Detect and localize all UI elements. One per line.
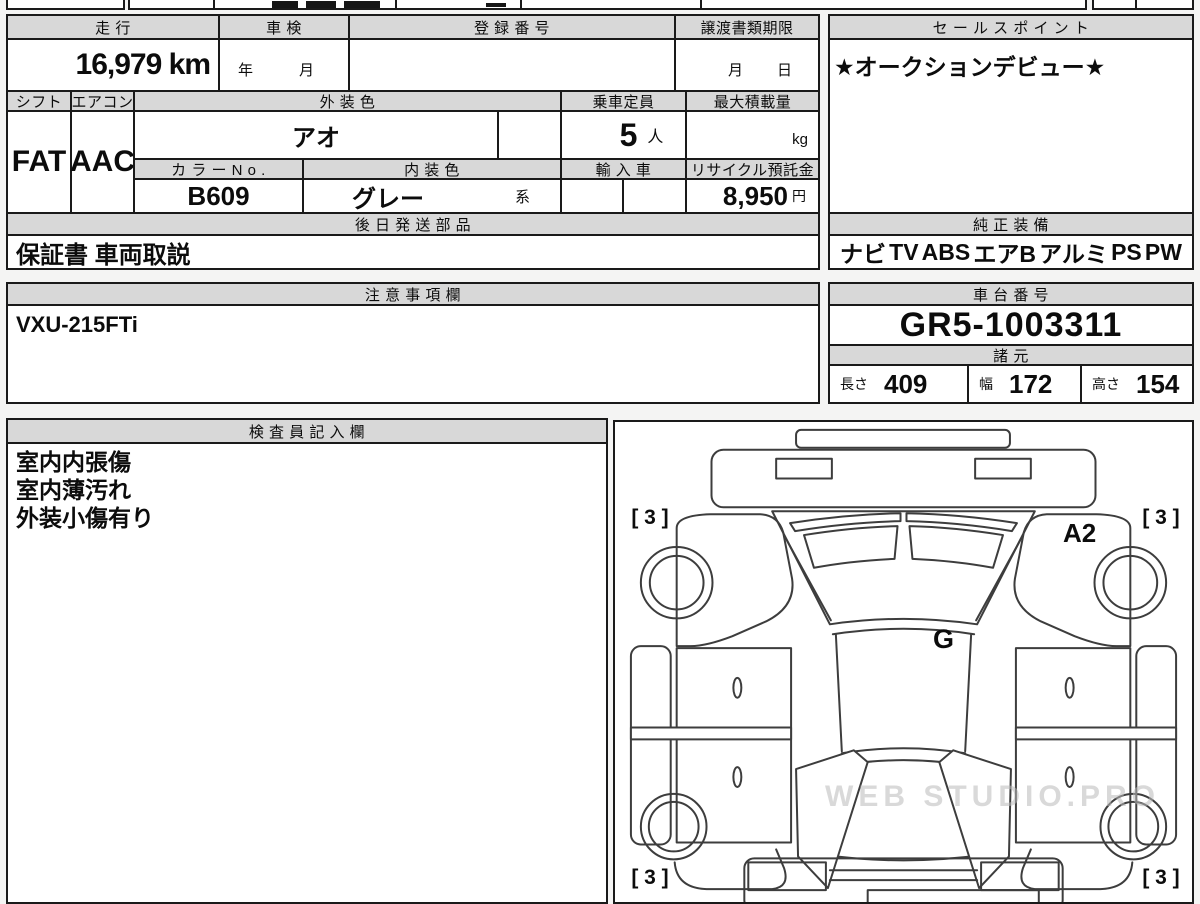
equipment-item: ABS (921, 238, 971, 265)
transfer-deadline-header: 譲渡書類期限 (674, 14, 820, 40)
color-no-value: B609 (133, 178, 304, 214)
car-outline-drawing (615, 422, 1192, 902)
recycle-fee-value: 8,950 円 (685, 178, 820, 214)
aircon-value: AAC (70, 110, 135, 214)
chassis-number-header: 車 台 番 号 (828, 282, 1194, 306)
clipped-top-cell (128, 0, 215, 10)
capacity-header: 乗車定員 (560, 90, 687, 112)
interior-color-name: グレー (352, 185, 424, 213)
aircon-header: エアコン (70, 90, 135, 112)
interior-color-suffix: 系 (514, 188, 530, 206)
recycle-fee-amount: 8,950 (722, 180, 788, 211)
interior-color-value: グレー 系 (302, 178, 562, 214)
later-shipping-value: 保証書 車両取説 (6, 234, 820, 270)
equipment-list: ナビ TV ABS エアB アルミ PS PW (828, 234, 1194, 270)
watermark: WEB STUDIO.PRO (825, 780, 1161, 813)
spec-width-value: 172 (1009, 368, 1053, 399)
transfer-deadline-value: 月 日 (674, 38, 820, 92)
spec-height-label: 高さ (1092, 376, 1120, 392)
registration-header: 登 録 番 号 (348, 14, 676, 40)
clipped-top-cell (520, 0, 702, 10)
spec-height: 高さ 154 (1080, 364, 1194, 404)
spec-width: 幅 172 (967, 364, 1082, 404)
equipment-item: TV (889, 238, 919, 265)
clipped-top-cell (700, 0, 1087, 10)
max-load-header: 最大積載量 (685, 90, 820, 112)
spec-width-label: 幅 (979, 376, 993, 392)
notes-header: 注 意 事 項 欄 (6, 282, 820, 306)
exterior-color-extra-cell (497, 110, 562, 160)
recycle-fee-header: リサイクル預託金 (685, 158, 820, 180)
clipped-text-fragment (486, 3, 506, 7)
interior-color-header: 内 装 色 (302, 158, 562, 180)
transfer-day-label: 日 (776, 62, 792, 79)
import-value-cell (560, 178, 624, 214)
damage-mark-g: G (933, 624, 955, 654)
import-value-cell (622, 178, 687, 214)
inspector-note-line: 室内薄汚れ (16, 477, 131, 503)
sales-point-value: ★オークションデビュー★ (828, 38, 1194, 214)
mileage-header: 走 行 (6, 14, 220, 40)
inspection-month-label: 月 (299, 62, 315, 79)
transfer-month-label: 月 (727, 62, 743, 79)
inspector-note-line: 外装小傷有り (16, 505, 154, 531)
chassis-number-value: GR5-1003311 (828, 304, 1194, 346)
tire-depth-rear-right: [ 3 ] (1142, 866, 1180, 889)
equipment-item: エアB (973, 241, 1036, 267)
exterior-color-header: 外 装 色 (133, 90, 562, 112)
clipped-text-fragment (272, 1, 298, 8)
equipment-item: PS (1111, 238, 1142, 265)
equipment-item: ナビ (840, 241, 886, 267)
specs-header: 諸 元 (828, 344, 1194, 366)
spec-height-value: 154 (1136, 368, 1180, 399)
recycle-fee-unit: 円 (792, 188, 806, 204)
spec-length-label: 長さ (840, 376, 868, 392)
equipment-header: 純 正 装 備 (828, 212, 1194, 236)
inspector-note-line: 室内内張傷 (16, 449, 131, 475)
clipped-top-cell (6, 0, 125, 10)
shift-value: FAT (6, 110, 72, 214)
shift-header: シフト (6, 90, 72, 112)
equipment-item: PW (1144, 238, 1182, 265)
later-shipping-header: 後 日 発 送 部 品 (6, 212, 820, 236)
clipped-text-fragment (306, 1, 336, 8)
inspection-year-label: 年 (238, 62, 254, 79)
exterior-color-value: アオ (133, 110, 499, 160)
max-load-unit: kg (792, 131, 808, 148)
notes-value: VXU-215FTi (6, 304, 820, 404)
tire-depth-rear-left: [ 3 ] (631, 866, 669, 889)
registration-value (348, 38, 676, 92)
capacity-number: 5 (619, 116, 638, 153)
sales-point-header: セ ー ル ス ポ イ ン ト (828, 14, 1194, 40)
spec-length-value: 409 (884, 368, 928, 399)
inspection-header: 車 検 (218, 14, 350, 40)
damage-mark-a2: A2 (1063, 518, 1097, 548)
equipment-item: アルミ (1039, 241, 1108, 267)
car-damage-diagram: WEB STUDIO.PRO [ 3 ] [ 3 ] [ 3 ] [ 3 ] A… (613, 420, 1194, 904)
clipped-top-cell (1092, 0, 1137, 10)
spec-length: 長さ 409 (828, 364, 969, 404)
inspector-notes: 室内内張傷 室内薄汚れ 外装小傷有り (6, 442, 608, 904)
inspection-value: 年 月 (218, 38, 350, 92)
import-header: 輸 入 車 (560, 158, 687, 180)
tire-depth-front-right: [ 3 ] (1142, 506, 1180, 529)
color-no-header: カ ラ ー N o . (133, 158, 304, 180)
capacity-value: 5 人 (560, 110, 687, 160)
mileage-value: 16,979 km (6, 38, 220, 92)
capacity-unit: 人 (647, 129, 664, 146)
inspector-header: 検 査 員 記 入 欄 (6, 418, 608, 444)
clipped-text-fragment (344, 1, 380, 8)
max-load-value: kg (685, 110, 820, 160)
clipped-top-cell (1135, 0, 1194, 10)
tire-depth-front-left: [ 3 ] (631, 506, 669, 529)
auction-sheet: { "watermark": "WEB STUDIO.PRO", "table"… (0, 0, 1200, 904)
